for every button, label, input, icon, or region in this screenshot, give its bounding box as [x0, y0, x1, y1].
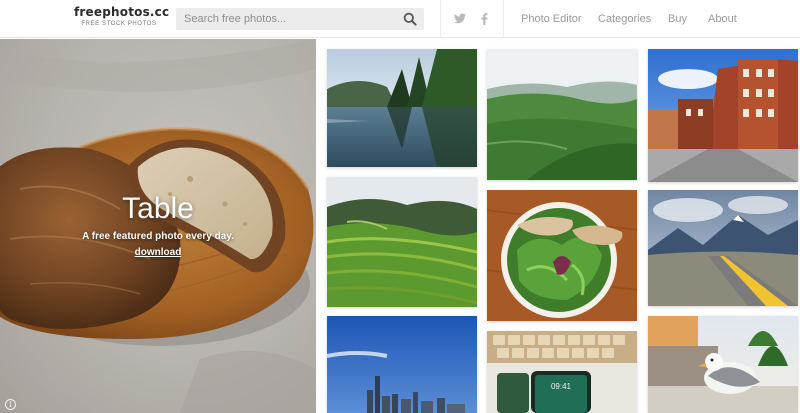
- lake-image: [327, 49, 477, 167]
- social-links: [440, 0, 503, 38]
- grid-photo-mountain-road[interactable]: [648, 190, 798, 306]
- grid-photo-rice-terraces[interactable]: [327, 177, 477, 307]
- logo-name: freephotos.cc: [74, 5, 170, 19]
- grid-photo-keyboard-phone[interactable]: 09:41: [487, 331, 637, 413]
- grid-photo-town-street[interactable]: [648, 49, 798, 182]
- svg-text:09:41: 09:41: [551, 382, 572, 391]
- grid-photo-seagull[interactable]: [648, 316, 798, 413]
- logo-tagline: FREE STOCK PHOTOS: [81, 21, 157, 27]
- twitter-icon[interactable]: [454, 13, 466, 24]
- hero-download-link[interactable]: download: [0, 247, 316, 258]
- hero-title: Table: [122, 192, 194, 225]
- grid-photo-lake[interactable]: [327, 49, 477, 167]
- search-box: [176, 8, 424, 30]
- info-icon[interactable]: i: [5, 399, 16, 410]
- grid-photo-city-skyline[interactable]: [327, 316, 477, 413]
- grid-photo-salad-bowl[interactable]: [487, 190, 637, 321]
- rice-terraces-image: [327, 177, 477, 307]
- mountain-road-image: [648, 190, 798, 306]
- keyboard-phone-image: 09:41: [487, 331, 637, 413]
- search-icon[interactable]: [403, 12, 417, 26]
- nav-photo-editor[interactable]: Photo Editor: [521, 13, 582, 25]
- salad-bowl-image: [487, 190, 637, 321]
- main-nav: Photo Editor Categories Buy About: [503, 0, 800, 38]
- town-street-image: [648, 49, 798, 182]
- facebook-icon[interactable]: [481, 13, 488, 25]
- seagull-image: [648, 316, 798, 413]
- hero-subtitle: A free featured photo every day.: [82, 231, 234, 242]
- nav-about[interactable]: About: [708, 13, 737, 25]
- top-header: freephotos.cc FREE STOCK PHOTOS Photo Ed…: [0, 0, 800, 38]
- featured-photo[interactable]: Table A free featured photo every day. d…: [0, 39, 316, 413]
- bread-board-image: [0, 39, 316, 413]
- nav-buy[interactable]: Buy: [668, 13, 687, 25]
- site-logo[interactable]: freephotos.cc FREE STOCK PHOTOS: [74, 5, 170, 29]
- grid-photo-green-valley[interactable]: [487, 49, 637, 180]
- city-skyline-image: [327, 316, 477, 413]
- search-input[interactable]: [184, 11, 384, 27]
- nav-categories[interactable]: Categories: [598, 13, 651, 25]
- green-valley-image: [487, 49, 637, 180]
